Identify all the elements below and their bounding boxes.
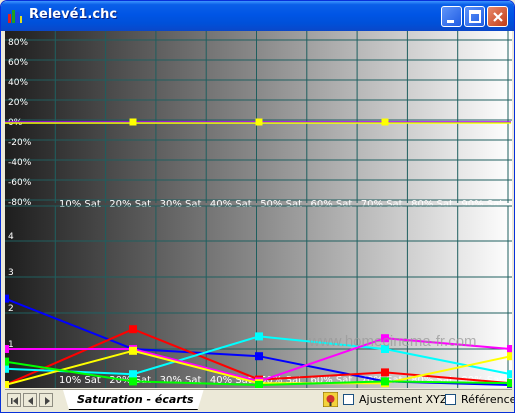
top-data-point <box>381 118 389 126</box>
reference-checkbox[interactable] <box>445 394 456 405</box>
bottom-data-point <box>1 357 9 366</box>
minimize-button[interactable] <box>441 6 462 27</box>
top-y-tick-label: 20% <box>8 98 28 108</box>
top-x-label: 60% Sat <box>311 199 353 210</box>
prev-tab-button[interactable] <box>23 393 37 407</box>
chevron-left-icon <box>28 397 33 405</box>
top-y-tick-label: -20% <box>8 138 32 148</box>
bottom-data-point <box>1 364 9 373</box>
saturation-charts: 80%60%40%20%0%-20%-40%-60%-80% 10% Sat 20%… <box>1 31 514 389</box>
app-window: Relevé1.chc 80% 60% 40% 20% 0% -20% -40% -60% -8… <box>0 0 515 413</box>
bottom-x-label: 30% Sat <box>160 375 202 386</box>
reference-label: Référence <box>461 393 515 406</box>
minimize-icon <box>447 20 454 23</box>
pin-icon[interactable] <box>323 392 338 407</box>
top-x-label: 90% Sat <box>461 199 503 210</box>
top-y-tick-label: 40% <box>8 78 28 88</box>
first-icon <box>11 397 18 405</box>
bottom-data-point <box>255 332 263 341</box>
top-data-point <box>129 118 137 126</box>
bottom-data-point <box>507 352 514 361</box>
top-y-tick-label: -40% <box>8 158 32 168</box>
top-x-label: 30% Sat <box>160 199 202 210</box>
bottom-data-point <box>129 346 137 355</box>
bottom-data-point <box>507 370 514 379</box>
window-title: Relevé1.chc <box>29 7 118 22</box>
watermark: www.homecinema-fr.com <box>308 333 477 350</box>
top-x-label: 20% Sat <box>109 199 151 210</box>
first-tab-button[interactable] <box>7 393 21 407</box>
top-x-label: 10% Sat <box>59 199 101 210</box>
bottom-data-point <box>129 370 137 379</box>
bottom-y-tick-label: 3 <box>8 268 14 278</box>
next-tab-button[interactable] <box>39 393 53 407</box>
plot-area: 80% 60% 40% 20% 0% -20% -40% -60% -80% 10% Sat 20%… <box>1 31 514 389</box>
bottom-data-point <box>507 345 514 353</box>
top-x-label: 40% Sat <box>210 199 252 210</box>
bottom-data-point <box>1 294 9 303</box>
bottom-data-point <box>255 381 263 389</box>
top-x-label: 80% Sat <box>411 199 453 210</box>
bottom-data-point <box>129 377 137 386</box>
bottom-data-point <box>255 352 263 361</box>
top-data-point <box>255 118 263 126</box>
top-x-label: 50% Sat <box>260 199 302 210</box>
bottom-data-point <box>381 368 389 377</box>
maximize-button[interactable] <box>464 6 485 27</box>
ajustement-xyz-label: Ajustement XYZ <box>359 393 448 406</box>
bottom-x-label: 10% Sat <box>59 375 101 386</box>
tab-label: Saturation - écarts <box>77 393 194 406</box>
close-icon <box>493 12 503 22</box>
tab-saturation-ecarts[interactable]: Saturation - écarts <box>63 390 204 410</box>
bottom-data-point <box>381 377 389 386</box>
app-chart-icon <box>8 10 22 23</box>
bottom-data-point <box>1 345 9 353</box>
top-y-tick-label: 80% <box>8 38 28 48</box>
bottom-y-tick-label: 4 <box>8 232 14 242</box>
ajustement-xyz-checkbox[interactable] <box>343 394 354 405</box>
top-x-label: 70% Sat <box>361 199 403 210</box>
bottom-data-point <box>1 381 9 389</box>
chevron-right-icon <box>45 397 50 405</box>
status-bar: Saturation - écarts Ajustement XYZ Référ… <box>5 389 515 412</box>
close-button[interactable] <box>487 6 508 27</box>
maximize-icon <box>469 10 481 23</box>
bottom-data-point <box>507 379 514 388</box>
bottom-y-tick-label: 2 <box>8 304 14 314</box>
bottom-data-point <box>129 325 137 334</box>
top-y-tick-label: -60% <box>8 178 32 188</box>
title-bar[interactable]: Relevé1.chc <box>1 1 514 31</box>
top-y-tick-label: 60% <box>8 58 28 68</box>
